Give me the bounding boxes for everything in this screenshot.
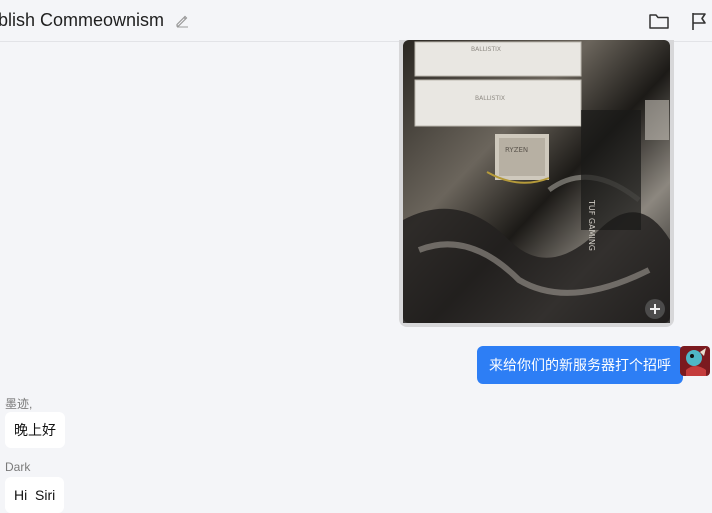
folder-icon[interactable] — [648, 11, 670, 31]
avatar[interactable] — [680, 346, 710, 376]
incoming-message: 晚上好 — [5, 412, 65, 448]
ram-label-2: BALLISTIX — [475, 95, 505, 102]
incoming-message: Hi Siri — [5, 477, 65, 513]
flag-icon[interactable] — [690, 11, 708, 31]
outgoing-message: 来给你们的新服务器打个招呼 — [477, 346, 683, 384]
avatar-image — [680, 346, 710, 376]
chat-header: blish Commeownism — [0, 0, 712, 42]
zoom-in-icon[interactable] — [645, 299, 665, 319]
chat-title: blish Commeownism — [0, 10, 165, 30]
sender-name: Dark — [5, 460, 31, 474]
ram-label-1: BALLISTIX — [471, 46, 501, 53]
sender-name: 墨迹, — [5, 397, 33, 411]
pencil-icon[interactable] — [175, 13, 190, 28]
board-label: TUF GAMING — [587, 199, 596, 251]
photo-ram-ryzen-board: BALLISTIX BALLISTIX RYZEN TUF GAMING — [403, 40, 670, 323]
image-message[interactable]: BALLISTIX BALLISTIX RYZEN TUF GAMING — [399, 40, 674, 327]
cpu-label: RYZEN — [505, 146, 528, 154]
